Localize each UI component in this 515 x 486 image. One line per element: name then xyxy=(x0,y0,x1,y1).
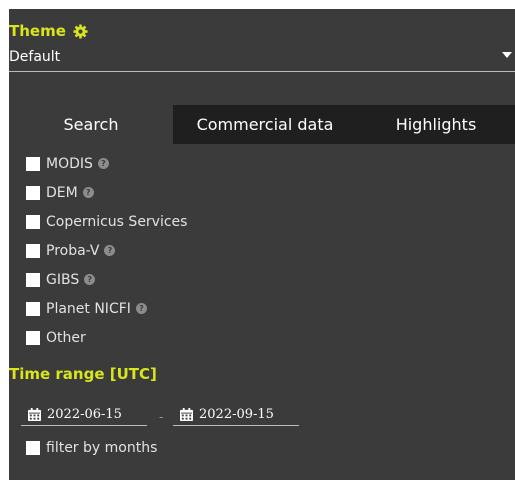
calendar-icon xyxy=(28,407,41,421)
source-label: DEM xyxy=(46,184,78,201)
date-to-field[interactable]: 2022-09-15 xyxy=(173,403,299,426)
tab-commercial-data[interactable]: Commercial data xyxy=(173,105,357,144)
question-circle-icon[interactable]: ? xyxy=(97,158,109,169)
source-item-proba-v[interactable]: Proba-V ? xyxy=(26,236,187,265)
theme-label: Theme xyxy=(9,22,66,40)
date-to-value: 2022-09-15 xyxy=(199,406,274,422)
question-circle-icon[interactable]: ? xyxy=(84,274,96,285)
theme-select-value: Default xyxy=(9,49,61,65)
source-label: Proba-V xyxy=(46,242,100,259)
question-circle-icon[interactable]: ? xyxy=(135,303,147,314)
sidebar-panel: Theme Default Search Commercial data Hig… xyxy=(9,9,515,480)
checkbox[interactable] xyxy=(26,301,40,316)
question-circle-icon[interactable]: ? xyxy=(104,245,116,256)
source-item-modis[interactable]: MODIS ? xyxy=(26,149,187,178)
checkbox[interactable] xyxy=(26,272,40,287)
checkbox[interactable] xyxy=(26,243,40,258)
time-range-heading: Time range [UTC] xyxy=(9,365,157,383)
source-item-gibs[interactable]: GIBS ? xyxy=(26,265,187,294)
question-circle-icon[interactable]: ? xyxy=(82,187,94,198)
chevron-down-icon xyxy=(502,52,512,58)
source-label: Other xyxy=(46,329,86,346)
checkbox[interactable] xyxy=(26,156,40,171)
checkbox[interactable] xyxy=(26,214,40,229)
tab-highlights[interactable]: Highlights xyxy=(357,105,515,144)
source-item-dem[interactable]: DEM ? xyxy=(26,178,187,207)
source-label: Planet NICFI xyxy=(46,300,131,317)
source-item-planet-nicfi[interactable]: Planet NICFI ? xyxy=(26,294,187,323)
source-label: GIBS xyxy=(46,271,80,288)
theme-select[interactable]: Default xyxy=(9,49,515,72)
date-from-value: 2022-06-15 xyxy=(47,406,122,422)
checkbox[interactable] xyxy=(26,330,40,345)
source-item-copernicus-services[interactable]: Copernicus Services xyxy=(26,207,187,236)
source-list: MODIS ? DEM ? Copernicus Services Proba-… xyxy=(26,149,187,352)
calendar-icon xyxy=(180,407,193,421)
source-item-other[interactable]: Other xyxy=(26,323,187,352)
tab-bar: Search Commercial data Highlights xyxy=(9,105,515,144)
date-from-field[interactable]: 2022-06-15 xyxy=(21,403,147,426)
filter-by-months-label: filter by months xyxy=(46,440,158,456)
source-label: MODIS xyxy=(46,155,93,172)
date-separator: - xyxy=(159,410,164,424)
gear-icon[interactable] xyxy=(73,23,88,39)
checkbox[interactable] xyxy=(26,441,40,455)
checkbox[interactable] xyxy=(26,185,40,200)
source-label: Copernicus Services xyxy=(46,213,188,230)
filter-by-months-option[interactable]: filter by months xyxy=(26,440,157,456)
theme-heading: Theme xyxy=(9,22,88,40)
tab-search[interactable]: Search xyxy=(9,105,173,144)
